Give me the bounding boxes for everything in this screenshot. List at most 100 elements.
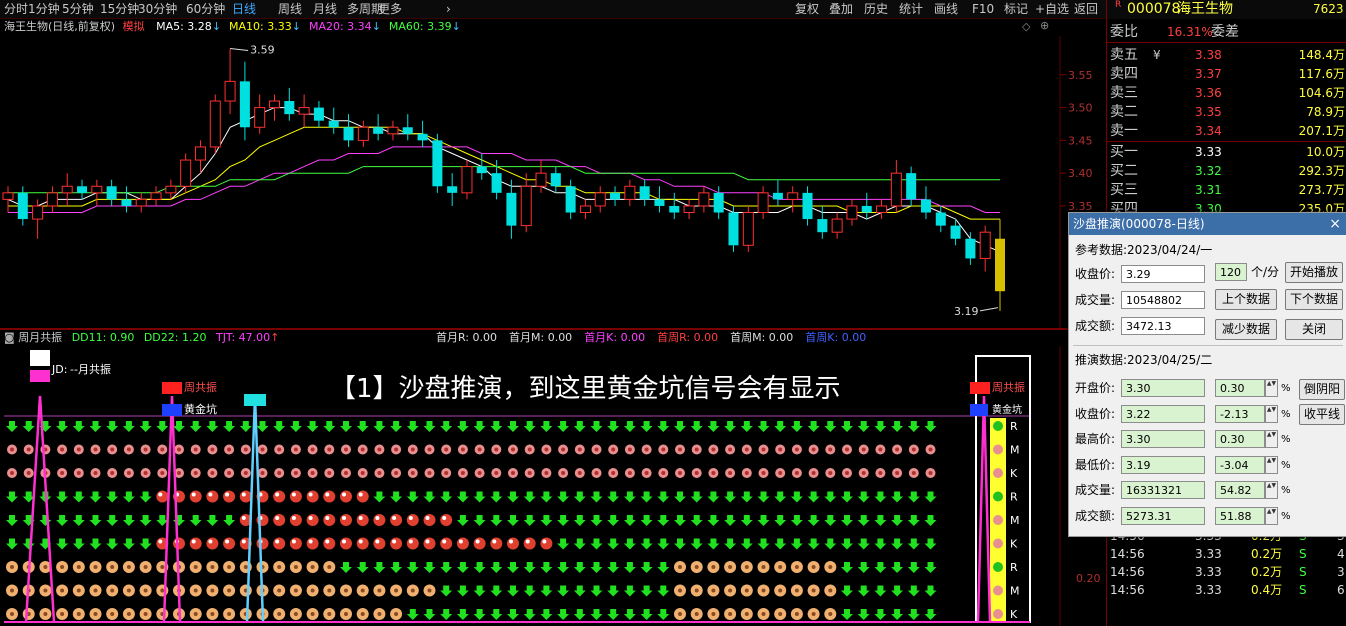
sim-pct-field[interactable]: 54.82 xyxy=(1215,481,1265,499)
candle-body[interactable] xyxy=(106,186,117,200)
reverse-yinyang-button[interactable]: 倒阴阳 xyxy=(1299,379,1345,400)
prev-data-button[interactable]: 上个数据 xyxy=(1215,289,1277,310)
candle-body[interactable] xyxy=(461,166,473,194)
spin-arrows-icon[interactable]: ▲▼ xyxy=(1265,404,1278,423)
candle-body[interactable] xyxy=(77,186,88,193)
candle-body[interactable] xyxy=(432,140,443,187)
candle-body[interactable] xyxy=(373,127,384,134)
spin-arrows-icon[interactable]: ▲▼ xyxy=(1265,379,1278,397)
ask-row[interactable]: 卖五 ¥3.38 148.4 万 xyxy=(1107,46,1346,65)
tool-button[interactable]: 统计 xyxy=(899,1,923,17)
sim-value-field[interactable]: 3.19 xyxy=(1121,455,1205,474)
tool-button[interactable]: 历史 xyxy=(864,1,888,17)
next-data-button[interactable]: 下个数据 xyxy=(1285,289,1343,310)
period-tab[interactable]: 月线 xyxy=(313,1,337,17)
speed-field[interactable]: 120 xyxy=(1215,263,1247,281)
candle-body[interactable] xyxy=(91,185,103,194)
candle-body[interactable] xyxy=(491,173,502,193)
candle-body[interactable] xyxy=(2,192,14,200)
sim-value-field[interactable]: 16331321 xyxy=(1121,481,1205,499)
mode-label[interactable]: 模拟 xyxy=(123,20,145,33)
sim-value-field[interactable]: 3.22 xyxy=(1121,404,1205,423)
period-tab[interactable]: 15分钟 xyxy=(100,1,139,17)
candle-body[interactable] xyxy=(654,199,665,206)
candle-body[interactable] xyxy=(639,186,650,200)
candle-body[interactable] xyxy=(46,192,58,207)
candlestick-chart[interactable]: 3.55 3.50 3.45 3.40 3.35 3.59 3.19 xyxy=(0,36,1106,328)
candle-body[interactable] xyxy=(669,205,680,213)
candle-body[interactable] xyxy=(209,100,221,148)
spin-arrows-icon[interactable]: ▲▼ xyxy=(1265,455,1278,474)
expand-icon[interactable]: ⊕ xyxy=(1040,20,1052,32)
ask-row[interactable]: 卖三 3.36 104.6 万 xyxy=(1107,84,1346,103)
tool-button[interactable]: +自选 xyxy=(1035,1,1069,17)
candle-body[interactable] xyxy=(995,238,1005,292)
candle-body[interactable] xyxy=(269,100,281,109)
spin-arrows-icon[interactable]: ▲▼ xyxy=(1265,481,1278,499)
candle-body[interactable] xyxy=(239,81,250,128)
candle-body[interactable] xyxy=(180,159,192,187)
period-tab[interactable]: 5分钟 xyxy=(62,1,94,17)
ask-row[interactable]: 卖二 3.35 78.9 万 xyxy=(1107,103,1346,122)
spin-arrows-icon[interactable]: ▲▼ xyxy=(1265,430,1278,448)
candle-body[interactable] xyxy=(550,173,561,187)
indicator-toggle-icon[interactable]: ◙ xyxy=(4,331,15,344)
candle-body[interactable] xyxy=(565,186,576,213)
candle-body[interactable] xyxy=(965,238,976,259)
candle-body[interactable] xyxy=(728,212,739,246)
sim-pct-field[interactable]: -3.04 xyxy=(1215,455,1265,474)
candle-body[interactable] xyxy=(224,80,236,102)
candle-body[interactable] xyxy=(387,126,399,135)
candle-body[interactable] xyxy=(328,120,339,128)
close-button[interactable]: 关闭 xyxy=(1285,319,1343,340)
candle-body[interactable] xyxy=(343,127,354,141)
tool-button[interactable]: 复权 xyxy=(795,1,819,17)
candle-body[interactable] xyxy=(402,127,413,134)
period-tab[interactable]: 更多 xyxy=(378,1,402,17)
sim-pct-field[interactable]: 0.30 xyxy=(1215,430,1265,448)
candle-body[interactable] xyxy=(610,192,621,200)
candle-body[interactable] xyxy=(906,173,917,200)
sim-value-field[interactable]: 5273.31 xyxy=(1121,506,1205,525)
tool-button[interactable]: 返回 xyxy=(1074,1,1098,17)
ask-row[interactable]: 卖四 3.37 117.6 万 xyxy=(1107,65,1346,84)
candle-body[interactable] xyxy=(757,192,769,214)
tool-button[interactable]: 标记 xyxy=(1004,1,1028,17)
period-tab[interactable]: 60分钟 xyxy=(186,1,225,17)
candle-body[interactable] xyxy=(121,199,132,206)
close-icon[interactable]: × xyxy=(1329,213,1341,235)
candle-body[interactable] xyxy=(846,205,858,220)
bid-row[interactable]: 买一 3.33 10.0 万 xyxy=(1107,143,1346,162)
candle-body[interactable] xyxy=(698,192,710,207)
candle-body[interactable] xyxy=(713,192,724,213)
candle-body[interactable] xyxy=(254,107,266,128)
tool-button[interactable]: F10 xyxy=(972,1,994,17)
candle-body[interactable] xyxy=(876,205,888,214)
dialog-titlebar[interactable]: 沙盘推演(000078-日线) × xyxy=(1069,213,1346,235)
candle-body[interactable] xyxy=(787,192,799,200)
candle-body[interactable] xyxy=(920,199,931,213)
period-tab[interactable]: 周线 xyxy=(278,1,302,17)
candle-body[interactable] xyxy=(594,192,606,207)
period-tab[interactable]: 30分钟 xyxy=(138,1,177,17)
candle-body[interactable] xyxy=(506,192,517,226)
candle-body[interactable] xyxy=(17,192,28,220)
candle-body[interactable] xyxy=(284,101,295,115)
sim-pct-field[interactable]: 51.88 xyxy=(1215,506,1265,525)
candle-body[interactable] xyxy=(520,185,532,227)
candle-body[interactable] xyxy=(357,126,369,141)
candle-body[interactable] xyxy=(890,172,902,207)
candle-body[interactable] xyxy=(447,186,458,193)
candle-body[interactable] xyxy=(817,219,828,233)
sim-value-field[interactable]: 3.30 xyxy=(1121,379,1205,397)
start-play-button[interactable]: 开始播放 xyxy=(1285,262,1343,283)
sim-pct-field[interactable]: 0.30 xyxy=(1215,379,1265,397)
candle-body[interactable] xyxy=(165,185,177,194)
candle-body[interactable] xyxy=(150,192,162,200)
spin-arrows-icon[interactable]: ▲▼ xyxy=(1265,506,1278,525)
bid-row[interactable]: 买二 3.32 292.3 万 xyxy=(1107,162,1346,181)
close-flat-button[interactable]: 收平线 xyxy=(1299,404,1345,425)
candle-body[interactable] xyxy=(579,205,591,214)
candle-body[interactable] xyxy=(861,205,872,213)
period-tab[interactable]: 分时 xyxy=(4,1,28,17)
